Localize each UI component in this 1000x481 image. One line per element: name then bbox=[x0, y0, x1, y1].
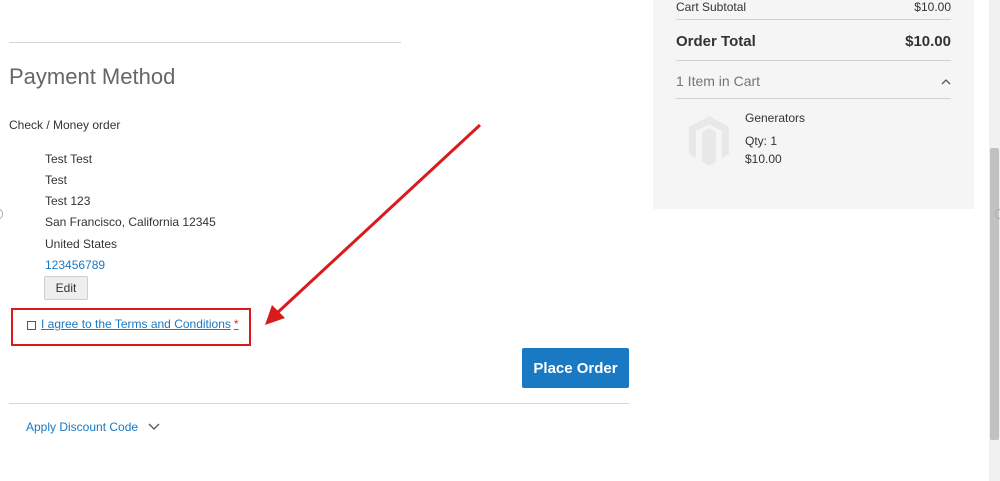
chevron-up-icon bbox=[941, 78, 951, 84]
required-marker: * bbox=[233, 317, 239, 331]
billing-company: Test bbox=[45, 173, 68, 187]
terms-link[interactable]: I agree to the Terms and Conditions * bbox=[41, 317, 239, 331]
terms-checkbox[interactable] bbox=[27, 321, 36, 330]
billing-phone-link[interactable]: 123456789 bbox=[45, 258, 105, 272]
cart-subtotal-row: Cart Subtotal $10.00 bbox=[676, 0, 951, 14]
items-in-cart-toggle[interactable]: 1 Item in Cart bbox=[676, 73, 951, 89]
section-divider-bottom bbox=[9, 403, 629, 404]
cart-subtotal-label: Cart Subtotal bbox=[676, 0, 747, 14]
edge-handle-icon bbox=[995, 209, 1000, 219]
payment-method-option-label: Check / Money order bbox=[9, 118, 121, 132]
billing-city: San Francisco, California 12345 bbox=[45, 215, 216, 229]
summary-divider bbox=[676, 60, 951, 61]
apply-discount-toggle[interactable]: Apply Discount Code bbox=[26, 420, 160, 434]
billing-country: United States bbox=[45, 237, 118, 251]
summary-divider bbox=[676, 98, 951, 99]
place-order-button[interactable]: Place Order bbox=[522, 348, 629, 388]
order-total-value: $10.00 bbox=[905, 33, 951, 50]
billing-street: Test 123 bbox=[45, 194, 91, 208]
product-price: $10.00 bbox=[745, 152, 782, 166]
edge-handle-icon bbox=[0, 209, 3, 219]
order-total-row: Order Total $10.00 bbox=[676, 33, 951, 50]
apply-discount-label[interactable]: Apply Discount Code bbox=[26, 420, 138, 434]
chevron-down-icon bbox=[148, 423, 160, 430]
payment-method-title: Payment Method bbox=[9, 64, 176, 89]
order-total-label: Order Total bbox=[676, 33, 756, 50]
items-in-cart-label[interactable]: 1 Item in Cart bbox=[676, 73, 760, 89]
edit-address-button[interactable]: Edit bbox=[44, 276, 88, 300]
section-divider-top bbox=[9, 42, 401, 43]
order-summary-panel: Cart Subtotal $10.00 Order Total $10.00 … bbox=[653, 0, 974, 209]
product-name: Generators bbox=[745, 111, 806, 125]
summary-divider bbox=[676, 19, 951, 20]
billing-name: Test Test bbox=[45, 152, 93, 166]
product-qty: Qty: 1 bbox=[745, 134, 778, 148]
terms-link-label[interactable]: I agree to the Terms and Conditions bbox=[41, 317, 231, 331]
product-thumbnail-logo bbox=[689, 116, 729, 166]
cart-subtotal-value: $10.00 bbox=[914, 0, 951, 14]
page-scrollbar-thumb[interactable] bbox=[990, 148, 999, 440]
